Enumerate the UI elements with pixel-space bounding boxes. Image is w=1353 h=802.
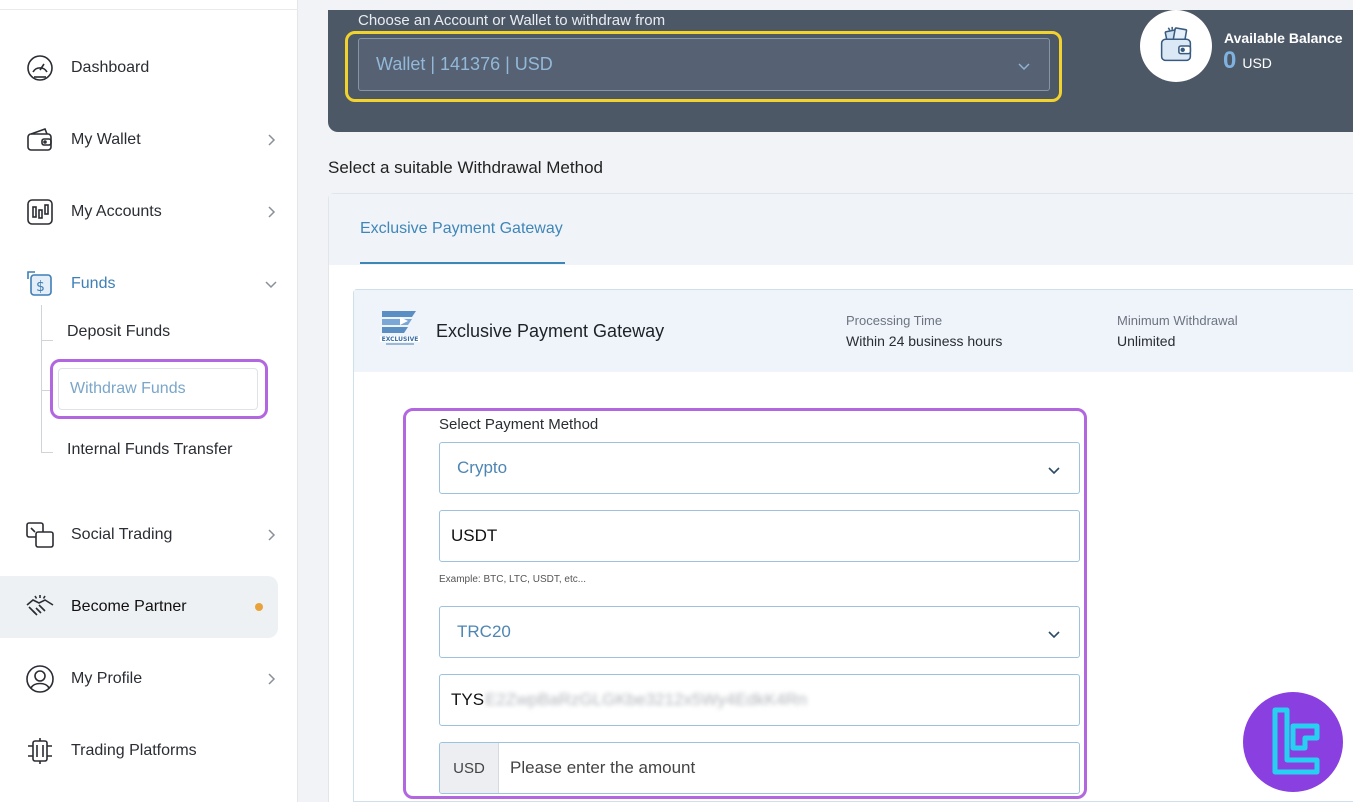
network-value: TRC20 — [457, 622, 511, 641]
processing-time-value: Within 24 business hours — [846, 333, 1003, 349]
svg-text:$: $ — [36, 279, 45, 295]
crypto-currency-input[interactable]: USDT — [439, 510, 1080, 562]
balance-amount: 0 — [1223, 47, 1237, 74]
sidebar-item-my-profile[interactable]: My Profile — [0, 654, 298, 704]
submenu-item-withdraw-funds[interactable]: Withdraw Funds — [58, 368, 258, 410]
submenu-tree-branch — [41, 340, 53, 341]
amount-currency-addon: USD — [440, 743, 499, 793]
notification-dot — [255, 603, 263, 611]
sidebar-item-social-trading[interactable]: Social Trading — [0, 510, 298, 560]
exclusive-gateway-logo-icon: EXCLUSIVE — [378, 309, 422, 347]
sidebar: Dashboard My Wallet My Accounts $ Funds … — [0, 0, 298, 802]
minimum-withdrawal-value: Unlimited — [1117, 333, 1176, 349]
sidebar-item-my-accounts[interactable]: My Accounts — [0, 187, 298, 237]
balance-currency: USD — [1242, 55, 1272, 71]
account-select-label: Choose an Account or Wallet to withdraw … — [358, 12, 666, 29]
dashboard-gauge-icon — [24, 52, 56, 84]
svg-text:EXCLUSIVE: EXCLUSIVE — [382, 336, 419, 343]
sidebar-item-label: My Wallet — [71, 131, 141, 148]
account-wallet-select[interactable]: Wallet | 141376 | USD — [358, 38, 1050, 91]
network-select[interactable]: TRC20 — [439, 606, 1080, 658]
crypto-currency-hint: Example: BTC, LTC, USDT, etc... — [439, 574, 587, 585]
chevron-right-icon — [264, 672, 278, 686]
amount-field: USD — [439, 742, 1080, 794]
balance-wallet-icon — [1140, 10, 1212, 82]
wallet-address-blurred: E2ZwpBaRzGLGKbe3212x5Wy4EdkK4Rn — [485, 690, 808, 709]
accounts-chart-icon — [24, 196, 56, 228]
minimum-withdrawal-label: Minimum Withdrawal — [1117, 313, 1238, 328]
sidebar-item-label: My Accounts — [71, 203, 162, 220]
brand-watermark-logo-icon — [1243, 692, 1343, 792]
available-balance-value: 0 USD — [1223, 47, 1272, 75]
handshake-icon — [24, 591, 56, 623]
active-tab-indicator — [360, 262, 565, 264]
available-balance-label: Available Balance — [1224, 30, 1343, 46]
chevron-right-icon — [264, 528, 278, 542]
amount-input[interactable] — [500, 743, 1079, 793]
chevron-down-icon — [1047, 626, 1061, 646]
sidebar-divider — [0, 9, 298, 10]
wallet-address-prefix: TYS — [451, 690, 485, 709]
chevron-right-icon — [264, 133, 278, 147]
social-trading-icon — [24, 519, 56, 551]
trading-platforms-icon — [24, 735, 56, 767]
wallet-address-input[interactable]: TYS E2ZwpBaRzGLGKbe3212x5Wy4EdkK4Rn — [439, 674, 1080, 726]
submenu-tree-line — [41, 305, 42, 453]
sidebar-item-label: Dashboard — [71, 59, 150, 76]
sidebar-item-label: Trading Platforms — [71, 742, 197, 759]
gateway-name: Exclusive Payment Gateway — [436, 321, 665, 341]
sidebar-item-label: Social Trading — [71, 526, 173, 543]
chevron-down-icon — [264, 277, 278, 291]
sidebar-item-label: Become Partner — [71, 598, 187, 615]
chevron-down-icon — [1017, 57, 1031, 78]
user-profile-icon — [24, 663, 56, 695]
chevron-right-icon — [264, 205, 278, 219]
payment-method-select[interactable]: Crypto — [439, 442, 1080, 494]
withdrawal-method-title: Select a suitable Withdrawal Method — [328, 158, 603, 177]
payment-method-value: Crypto — [457, 458, 508, 477]
funds-dollar-icon: $ — [24, 268, 56, 300]
crypto-currency-value: USDT — [451, 526, 498, 545]
processing-time-label: Processing Time — [846, 313, 943, 328]
sidebar-item-label: My Profile — [71, 670, 143, 687]
submenu-item-deposit-funds[interactable]: Deposit Funds — [67, 323, 170, 341]
chevron-down-icon — [1047, 462, 1061, 482]
account-select-value: Wallet | 141376 | USD — [376, 54, 553, 74]
sidebar-item-label: Funds — [71, 275, 116, 292]
sidebar-item-trading-platforms[interactable]: Trading Platforms — [0, 726, 298, 776]
sidebar-item-funds[interactable]: $ Funds — [0, 259, 298, 309]
submenu-item-internal-funds-transfer[interactable]: Internal Funds Transfer — [67, 441, 232, 459]
wallet-icon — [24, 124, 56, 156]
sidebar-item-my-wallet[interactable]: My Wallet — [0, 115, 298, 165]
payment-method-label: Select Payment Method — [439, 416, 599, 433]
tab-exclusive-payment-gateway[interactable]: Exclusive Payment Gateway — [360, 220, 563, 238]
sidebar-item-become-partner[interactable]: Become Partner — [0, 576, 278, 638]
sidebar-item-dashboard[interactable]: Dashboard — [0, 43, 298, 93]
submenu-tree-branch — [41, 452, 53, 453]
